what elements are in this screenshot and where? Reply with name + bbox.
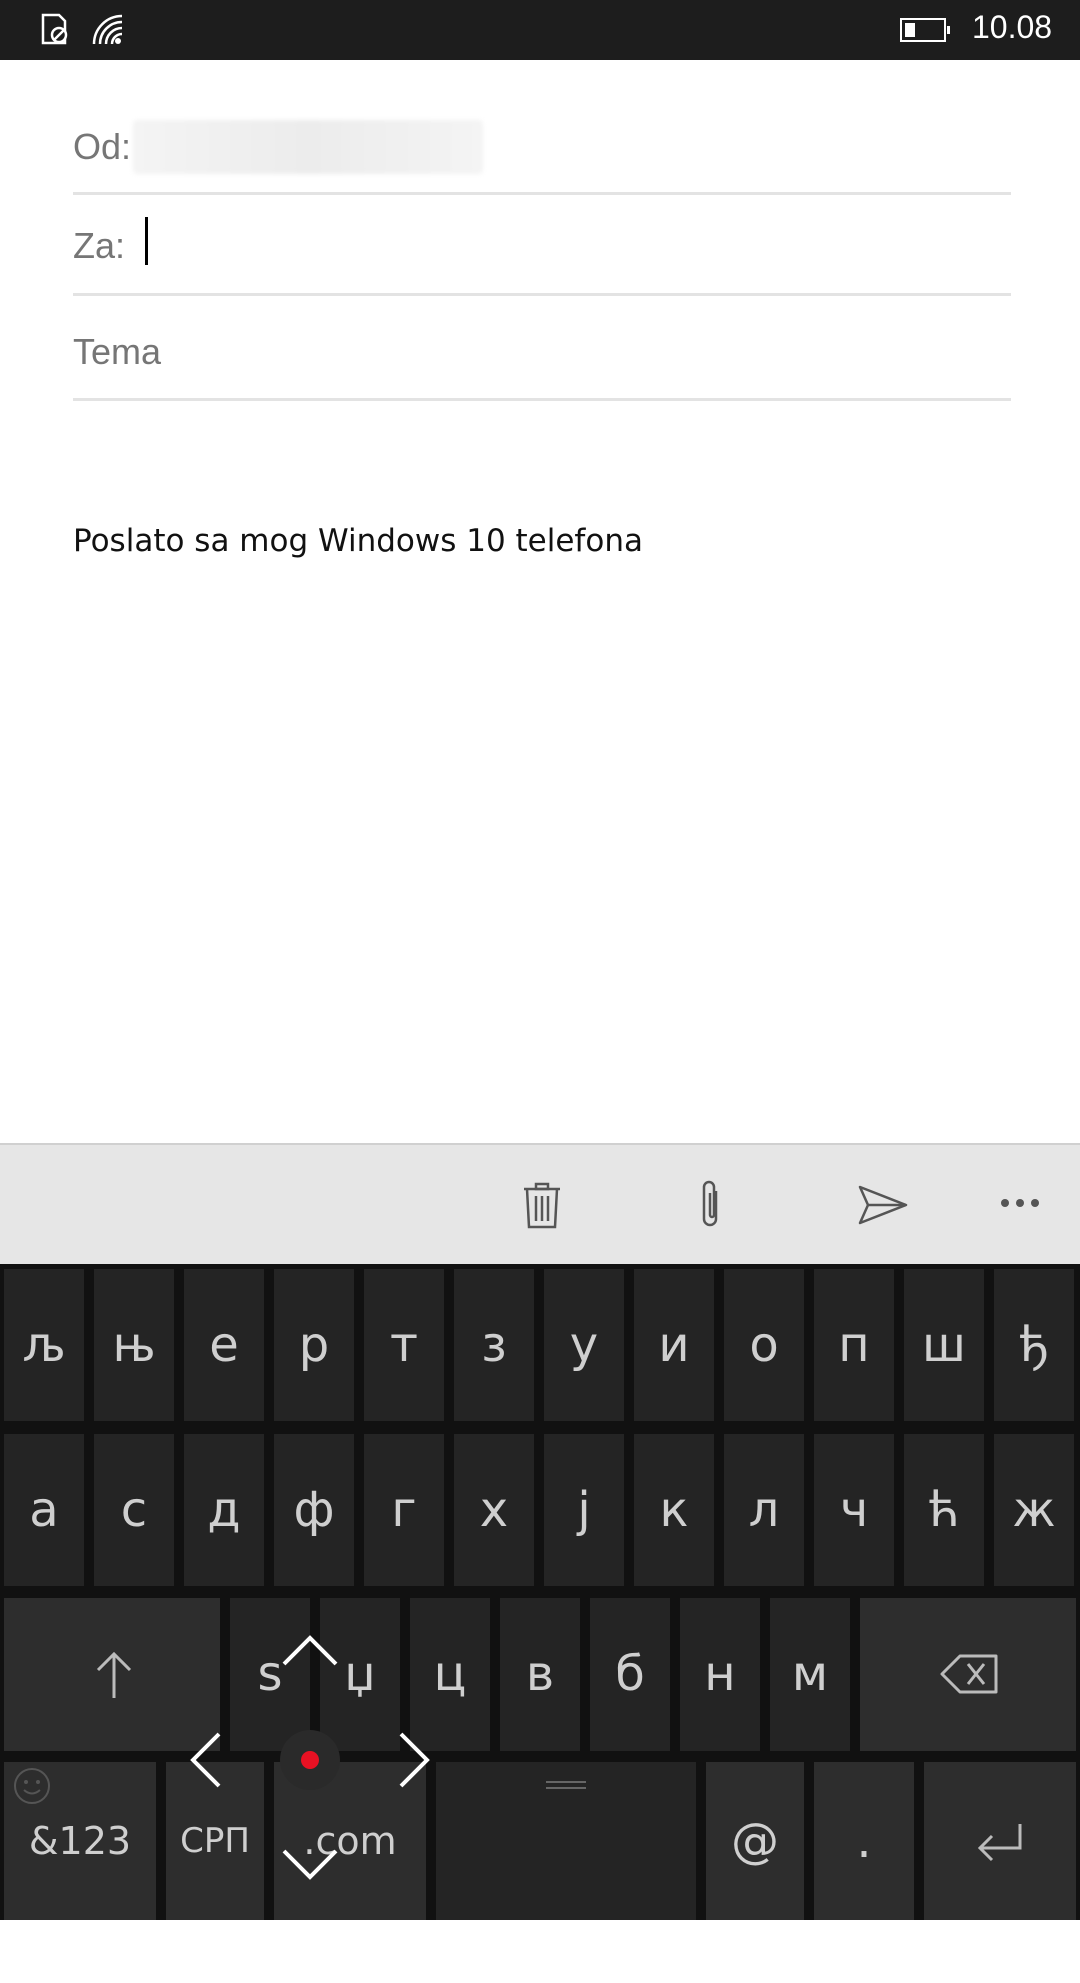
emoji-icon[interactable]	[12, 1766, 52, 1810]
key[interactable]: с	[94, 1434, 174, 1586]
space-key[interactable]	[436, 1762, 696, 1920]
backspace-icon	[940, 1654, 998, 1694]
backspace-key[interactable]	[860, 1598, 1076, 1751]
wifi-icon	[90, 12, 126, 50]
at-key[interactable]: @	[706, 1762, 804, 1920]
shift-arrow-icon	[96, 1651, 132, 1698]
key[interactable]: љ	[4, 1269, 84, 1421]
space-grip-icon	[546, 1781, 586, 1789]
key[interactable]: ш	[904, 1269, 984, 1421]
key[interactable]: х	[454, 1434, 534, 1586]
from-label: Od:	[73, 126, 132, 167]
key[interactable]: у	[544, 1269, 624, 1421]
key[interactable]: д	[184, 1434, 264, 1586]
enter-icon	[977, 1824, 1022, 1862]
key[interactable]: о	[724, 1269, 804, 1421]
key[interactable]: т	[364, 1269, 444, 1421]
key[interactable]: ц	[410, 1598, 490, 1751]
key[interactable]: њ	[94, 1269, 174, 1421]
on-screen-keyboard: љ њ е р т з у и о п ш ђ а с д ф г х ј к …	[0, 1264, 1080, 1920]
key[interactable]: к	[634, 1434, 714, 1586]
key[interactable]: л	[724, 1434, 804, 1586]
key[interactable]: ћ	[904, 1434, 984, 1586]
key[interactable]: ж	[994, 1434, 1074, 1586]
battery-icon	[900, 18, 950, 42]
key[interactable]: ђ	[994, 1269, 1074, 1421]
status-bar: 10.08	[0, 0, 1080, 60]
delete-icon[interactable]	[512, 1175, 572, 1235]
enter-key[interactable]	[924, 1762, 1076, 1920]
key[interactable]: п	[814, 1269, 894, 1421]
key[interactable]: г	[364, 1434, 444, 1586]
shift-key[interactable]	[4, 1598, 220, 1751]
subject-field[interactable]: Tema	[73, 296, 1011, 401]
key[interactable]: м	[770, 1598, 850, 1751]
key[interactable]: ј	[544, 1434, 624, 1586]
message-body[interactable]: Poslato sa mog Windows 10 telefona	[73, 523, 643, 559]
key[interactable]: s	[230, 1598, 310, 1751]
key[interactable]: а	[4, 1434, 84, 1586]
to-field[interactable]: Za:	[73, 195, 1011, 296]
to-label: Za:	[73, 225, 126, 266]
key[interactable]: џ	[320, 1598, 400, 1751]
key[interactable]: ч	[814, 1434, 894, 1586]
subject-placeholder: Tema	[73, 331, 162, 372]
from-address-redacted	[133, 120, 483, 174]
key[interactable]: н	[680, 1598, 760, 1751]
from-field[interactable]: Od:	[73, 100, 1011, 195]
period-key[interactable]: .	[814, 1762, 914, 1920]
key[interactable]: ф	[274, 1434, 354, 1586]
clock: 10.08	[972, 9, 1053, 45]
key[interactable]: е	[184, 1269, 264, 1421]
app-bar	[0, 1143, 1080, 1266]
key[interactable]: р	[274, 1269, 354, 1421]
attach-icon[interactable]	[682, 1175, 742, 1235]
notification-icon	[38, 12, 72, 50]
key[interactable]: б	[590, 1598, 670, 1751]
more-icon[interactable]	[995, 1175, 1055, 1235]
language-key[interactable]: СРП	[166, 1762, 264, 1920]
key[interactable]: и	[634, 1269, 714, 1421]
key[interactable]: в	[500, 1598, 580, 1751]
key[interactable]: з	[454, 1269, 534, 1421]
send-icon[interactable]	[852, 1175, 912, 1235]
text-cursor	[145, 217, 148, 265]
dotcom-key[interactable]: .com	[274, 1762, 426, 1920]
